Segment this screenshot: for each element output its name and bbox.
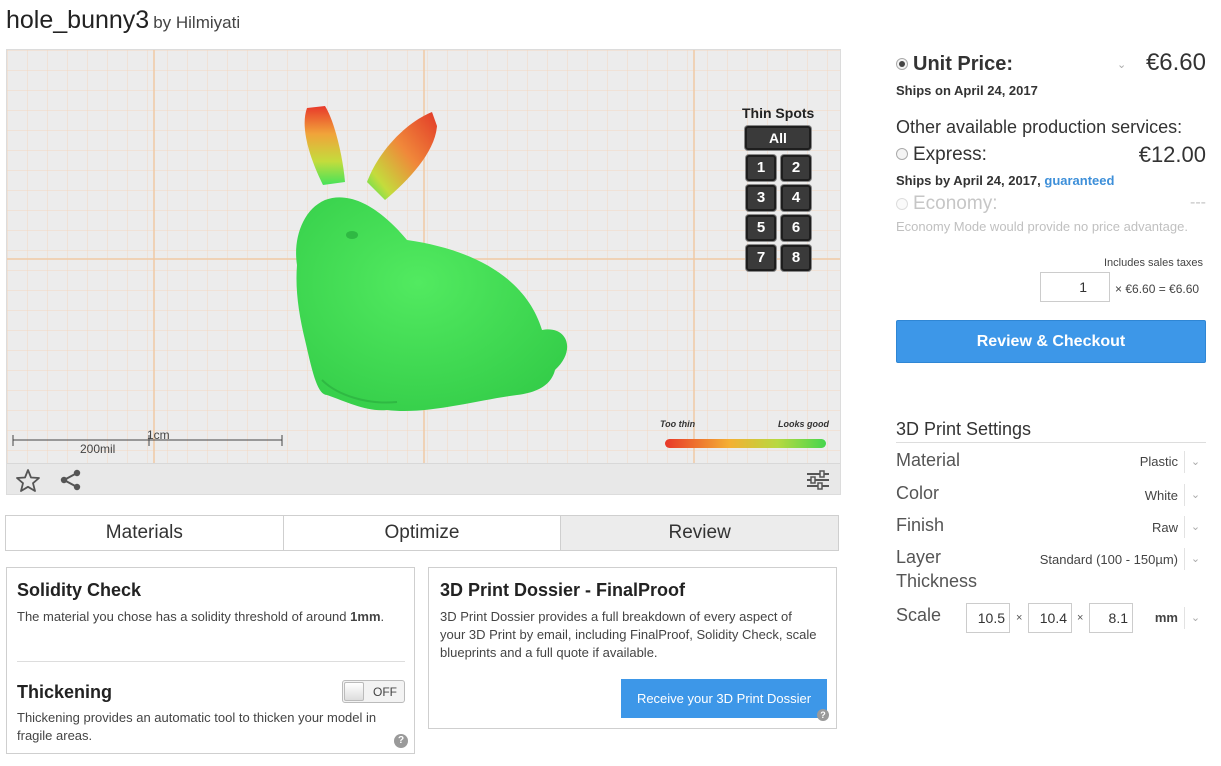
share-icon[interactable] [58,468,84,492]
chevron-down-icon[interactable]: ⌄ [1117,58,1126,71]
thin-spot-button-1[interactable]: 1 [746,155,776,181]
color-value[interactable]: White [1090,488,1178,503]
price-total: × €6.60 = €6.60 [1115,282,1200,296]
scale-z-input[interactable] [1089,603,1133,633]
layer-label-line2: Thickness [896,571,978,591]
star-icon[interactable] [15,468,41,492]
model-viewer: Thin Spots All 1 2 3 4 5 6 7 8 Too thin … [6,49,841,495]
receive-dossier-button[interactable]: Receive your 3D Print Dossier [621,679,827,718]
tab-optimize[interactable]: Optimize [283,516,562,550]
scale-x-input[interactable] [966,603,1010,633]
tab-review[interactable]: Review [561,516,839,550]
thin-spot-button-6[interactable]: 6 [781,215,811,241]
viewer-graphics [7,50,840,463]
model-author: by Hilmiyati [153,13,241,32]
scale-imperial: 200mil [80,442,116,456]
chevron-down-icon[interactable]: ⌄ [1184,548,1206,570]
color-label: Color [896,483,940,503]
express-price: €12.00 [1138,142,1206,167]
print-settings-title: 3D Print Settings [896,419,1206,443]
thickness-legend-bar [665,439,826,448]
scale-y-input[interactable] [1028,603,1072,633]
thin-spot-button-4[interactable]: 4 [781,185,811,211]
tax-note: Includes sales taxes [1104,257,1204,269]
dossier-help-icon[interactable]: ? [817,709,829,721]
express-label: Express: [913,144,987,165]
thickening-text: Thickening provides an automatic tool to… [17,710,377,743]
times-sign: × [1016,612,1023,624]
times-sign: × [1077,612,1084,624]
chevron-down-icon[interactable]: ⌄ [1184,516,1206,538]
scale-metric: 1cm [147,428,170,442]
tab-materials[interactable]: Materials [6,516,284,550]
thickening-toggle[interactable]: OFF [342,680,405,703]
finish-value[interactable]: Raw [1090,520,1178,535]
thin-spots-panel: Thin Spots All [742,105,815,150]
scale-label: Scale [896,605,942,625]
unit-price-value: €6.60 [1145,49,1206,76]
settings-sliders-icon[interactable] [805,468,831,492]
model-name: hole_bunny3 [6,6,150,34]
quantity-input[interactable] [1040,272,1110,302]
scale-unit[interactable]: mm [1146,610,1178,625]
economy-radio [896,198,908,210]
thickening-title: Thickening [17,682,113,702]
legend-too-thin: Too thin [660,419,696,429]
finish-label: Finish [896,515,945,535]
express-radio[interactable] [896,148,908,160]
dossier-title: 3D Print Dossier - FinalProof [440,580,686,600]
other-services-label: Other available production services: [896,117,1183,137]
guaranteed-link[interactable]: guaranteed [1044,173,1114,188]
economy-note: Economy Mode would provide no price adva… [896,219,1188,234]
chevron-down-icon[interactable]: ⌄ [1184,484,1206,506]
page-title: hole_bunny3 by Hilmiyati [6,6,240,35]
thin-spot-button-3[interactable]: 3 [746,185,776,211]
economy-label: Economy: [913,193,998,214]
unit-price-label: Unit Price: [913,53,1014,75]
layer-label-line1: Layer [896,547,942,567]
viewer-toolbar [7,463,840,494]
thin-spots-title: Thin Spots [742,105,815,121]
thin-spot-button-5[interactable]: 5 [746,215,776,241]
solidity-threshold: 1mm [350,609,381,624]
dossier-text: 3D Print Dossier provides a full breakdo… [440,609,817,660]
solidity-card: Solidity Check The material you chose ha… [6,567,415,754]
express-ship-date: Ships by April 24, 2017, guaranteed [896,173,1115,188]
review-checkout-button[interactable]: Review & Checkout [896,320,1206,363]
chevron-down-icon[interactable]: ⌄ [1184,451,1206,473]
thin-spot-all-button[interactable]: All [745,126,811,150]
layer-thickness-value[interactable]: Standard (100 - 150µm) [1020,552,1178,567]
material-label: Material [896,450,961,470]
workflow-tabs: Materials Optimize Review [5,515,839,551]
economy-price: --- [1190,194,1206,211]
help-icon[interactable]: ? [394,734,408,748]
chevron-down-icon[interactable]: ⌄ [1184,607,1206,629]
toggle-knob [344,682,364,701]
solidity-title: Solidity Check [17,580,142,600]
viewer-canvas[interactable]: Thin Spots All 1 2 3 4 5 6 7 8 Too thin … [7,50,840,463]
divider [17,661,405,662]
solidity-text: The material you chose has a solidity th… [17,609,385,624]
toggle-state: OFF [373,685,397,699]
thin-spot-button-2[interactable]: 2 [781,155,811,181]
material-value[interactable]: Plastic [1090,454,1178,469]
legend-looks-good: Looks good [778,419,829,429]
thin-spot-button-7[interactable]: 7 [746,245,776,271]
unit-price-radio[interactable] [896,58,908,70]
dossier-card: 3D Print Dossier - FinalProof 3D Print D… [428,567,837,729]
thin-spot-button-8[interactable]: 8 [781,245,811,271]
unit-ship-date: Ships on April 24, 2017 [896,83,1038,98]
